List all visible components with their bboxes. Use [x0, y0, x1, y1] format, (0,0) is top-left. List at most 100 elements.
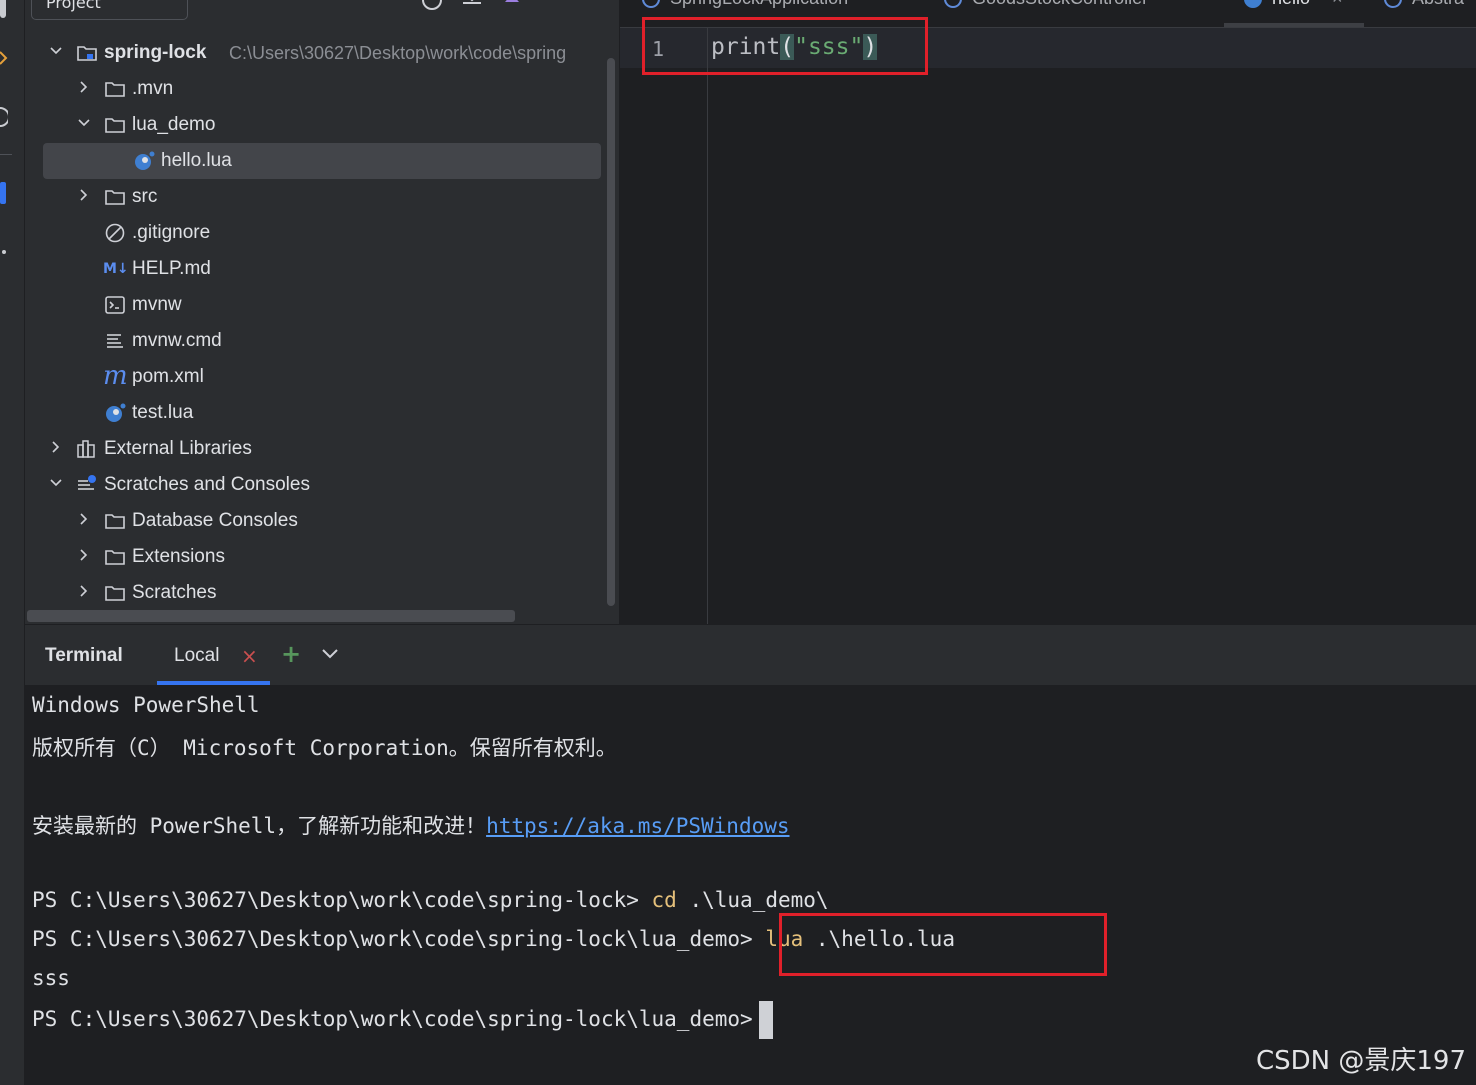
tab-spring-lock-application[interactable]: SpringLockApplication	[642, 0, 848, 9]
tree-item-extensions[interactable]: Extensions	[25, 539, 619, 575]
highlight-box-command	[779, 913, 1107, 976]
powershell-link[interactable]: https://aka.ms/PSWindows	[486, 814, 789, 838]
terminal-line: 安装最新的 PowerShell，了解新功能和改进！https://aka.ms…	[32, 810, 790, 840]
expand-all-icon[interactable]	[461, 0, 483, 18]
horizontal-scrollbar[interactable]	[27, 610, 515, 622]
chevron-right-icon[interactable]	[76, 547, 92, 563]
tree-item-src[interactable]: src	[25, 179, 619, 215]
terminal-panel: Terminal Local × + Windows PowerShell 版权…	[25, 625, 1476, 1085]
bookmarks-icon[interactable]	[0, 182, 6, 204]
chevron-down-icon[interactable]	[76, 115, 92, 131]
tree-item-label: Database Consoles	[132, 510, 298, 531]
tree-item-label: Scratches	[132, 582, 217, 603]
tree-item-hello-lua[interactable]: hello.lua	[43, 143, 601, 179]
chevron-right-icon[interactable]	[76, 583, 92, 599]
class-icon	[1384, 0, 1402, 9]
chevron-down-icon[interactable]	[48, 475, 64, 491]
tree-item-label: lua_demo	[132, 114, 216, 135]
tree-item-help-md[interactable]: M↓ HELP.md	[25, 251, 619, 287]
scratches-icon	[78, 475, 96, 490]
gutter-divider	[707, 28, 708, 624]
tree-item-label: src	[132, 186, 158, 207]
tree-item-scratches-and-consoles[interactable]: Scratches and Consoles	[25, 467, 619, 503]
folder-icon	[105, 514, 125, 529]
terminal-line: PS C:\Users\30627\Desktop\work\code\spri…	[32, 998, 773, 1040]
tab-abstra[interactable]: Abstra	[1384, 0, 1464, 9]
terminal-line: Windows PowerShell	[32, 693, 260, 723]
active-tab-indicator	[1224, 23, 1364, 27]
tree-item-label: HELP.md	[132, 258, 211, 279]
chevron-right-icon[interactable]	[48, 439, 64, 455]
chevron-right-icon[interactable]	[76, 187, 92, 203]
folder-icon	[105, 190, 125, 205]
folder-icon	[105, 586, 125, 601]
tree-item-label: Scratches and Consoles	[104, 474, 310, 495]
tree-item-mvn[interactable]: .mvn	[25, 71, 619, 107]
class-icon	[944, 0, 962, 9]
tree-item-mvnw[interactable]: mvnw	[25, 287, 619, 323]
tool-window-icon[interactable]	[0, 0, 6, 18]
tree-root-path: C:\Users\30627\Desktop\work\code\spring	[229, 43, 567, 63]
locate-icon[interactable]	[421, 0, 443, 18]
terminal-text: Windows PowerShell	[32, 693, 260, 717]
tree-item-label: hello.lua	[161, 150, 232, 171]
tree-root-spring-lock[interactable]: spring-lock C:\Users\30627\Desktop\work\…	[25, 35, 619, 71]
terminal-prompt: PS C:\Users\30627\Desktop\work\code\spri…	[32, 1007, 753, 1031]
terminal-title: Terminal	[45, 645, 123, 666]
structure-icon[interactable]	[0, 106, 10, 128]
terminal-output-text: sss	[32, 966, 70, 990]
tree-item-label: Extensions	[132, 546, 225, 567]
tab-label: hello	[1272, 0, 1310, 8]
terminal-args: .\lua_demo\	[676, 888, 829, 912]
tab-goods-stock-controller[interactable]: GoodsStockController	[944, 0, 1148, 9]
tree-item-database-consoles[interactable]: Database Consoles	[25, 503, 619, 539]
tab-label: Abstra	[1412, 0, 1464, 8]
project-view-dropdown[interactable]: Project	[31, 0, 188, 20]
tab-hello[interactable]: hello ×	[1244, 0, 1343, 9]
terminal-line: sss	[32, 966, 70, 996]
chevron-right-icon[interactable]	[76, 79, 92, 95]
collapse-all-icon[interactable]	[501, 0, 523, 18]
tree-item-mvnw-cmd[interactable]: mvnw.cmd	[25, 323, 619, 359]
chevron-down-icon[interactable]	[319, 643, 341, 665]
terminal-tab-label: Local	[174, 645, 220, 666]
tree-item-external-libraries[interactable]: External Libraries	[25, 431, 619, 467]
chevron-right-icon[interactable]	[76, 511, 92, 527]
tree-item-label: test.lua	[132, 402, 194, 423]
tree-item-label: mvnw.cmd	[132, 330, 222, 351]
close-icon[interactable]: ×	[1332, 0, 1343, 8]
tab-label: SpringLockApplication	[670, 0, 848, 8]
code-editor: SpringLockApplication GoodsStockControll…	[620, 0, 1476, 624]
terminal-text: 安装最新的 PowerShell，了解新功能和改进！	[32, 814, 487, 838]
tree-item-lua-demo[interactable]: lua_demo	[25, 107, 619, 143]
divider	[0, 154, 12, 155]
text-file-icon	[107, 334, 123, 348]
library-icon	[77, 440, 95, 458]
tree-item-scratches[interactable]: Scratches	[25, 575, 619, 611]
git-branch-icon[interactable]	[0, 48, 8, 68]
tree-item-pom-xml[interactable]: m pom.xml	[25, 359, 619, 395]
add-terminal-tab-button[interactable]: +	[281, 640, 301, 668]
project-view-label: Project	[46, 0, 101, 12]
tree-item-gitignore[interactable]: .gitignore	[25, 215, 619, 251]
vertical-scrollbar[interactable]	[607, 58, 615, 606]
tab-label: GoodsStockController	[972, 0, 1148, 8]
module-folder-icon	[77, 46, 97, 61]
activity-strip	[0, 0, 25, 1085]
markdown-icon: M↓	[103, 261, 129, 277]
project-tool-window: Project spring-lock C:\Users\30627\Deskt…	[25, 0, 619, 624]
active-tab-indicator	[157, 681, 270, 685]
terminal-tab-local[interactable]: Local ×	[157, 625, 270, 685]
lua-file-icon	[1244, 0, 1262, 9]
tree-item-test-lua[interactable]: test.lua	[25, 395, 619, 431]
lua-file-icon	[106, 403, 126, 422]
class-icon	[642, 0, 660, 9]
more-icon[interactable]	[2, 250, 6, 254]
highlight-box-code	[642, 17, 928, 75]
terminal-prompt: PS C:\Users\30627\Desktop\work\code\spri…	[32, 927, 766, 951]
terminal-cursor	[758, 1001, 773, 1039]
ignore-file-icon	[105, 223, 125, 243]
close-icon[interactable]: ×	[241, 644, 258, 668]
options-icon[interactable]	[543, 0, 553, 18]
chevron-down-icon[interactable]	[48, 43, 64, 59]
